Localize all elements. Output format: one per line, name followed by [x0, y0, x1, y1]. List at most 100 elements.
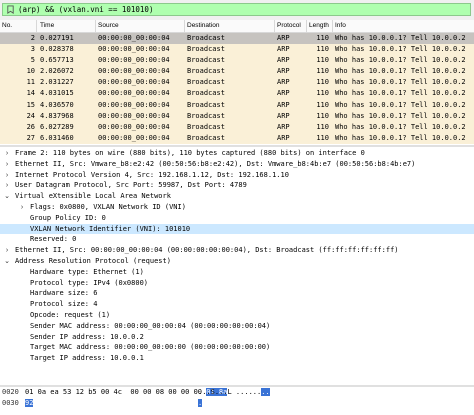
cell-protocol: ARP — [277, 122, 290, 131]
cell-no: 24 — [26, 111, 35, 120]
column-header-no[interactable]: No. — [2, 21, 12, 31]
packet-row[interactable]: 11 2.031227 00:00:00_00:00:04 Broadcast ARP 1… — [0, 77, 474, 89]
hex-bytes[interactable]: 01 0a ea 53 12 b5 00 4c 00 00 08 00 00 0… — [25, 387, 228, 398]
cell-protocol: ARP — [277, 89, 290, 98]
hex-ascii-plain: ...S...L ...... — [198, 388, 262, 396]
expand-arrow-icon[interactable]: › — [3, 159, 11, 170]
cell-no: 5 — [30, 56, 35, 65]
detail-tree-item[interactable]: Sender IP address: 10.0.0.2 — [0, 332, 474, 343]
expand-arrow-icon[interactable]: › — [18, 202, 26, 213]
detail-tree-item[interactable]: Sender MAC address: 00:00:00_00:00:04 (0… — [0, 321, 474, 332]
hex-row: 0030 92. — [0, 398, 474, 409]
detail-text: Group Policy ID: 0 — [30, 213, 106, 222]
detail-tree-item[interactable]: Target MAC address: 00:00:00_00:00:00 (0… — [0, 342, 474, 353]
detail-text: Target MAC address: 00:00:00_00:00:00 (0… — [30, 343, 271, 352]
hex-offset: 0020 — [2, 388, 19, 396]
packet-row[interactable]: 24 4.837968 00:00:00_00:00:04 Broadcast ARP 1… — [0, 110, 474, 122]
detail-text: Protocol type: IPv4 (0x0800) — [30, 278, 149, 287]
detail-tree-item[interactable]: › Frame 2: 110 bytes on wire (880 bits), … — [0, 148, 474, 159]
packet-row[interactable]: 26 6.027289 00:00:00_00:00:04 Broadcast ARP 1… — [0, 121, 474, 133]
cell-destination: Broadcast — [187, 67, 225, 76]
detail-tree-item[interactable]: › Ethernet II, Src: Vmware_b8:e2:42 (00:5… — [0, 159, 474, 170]
cell-no: 10 — [26, 67, 35, 76]
detail-tree-item[interactable]: Opcode: request (1) — [0, 310, 474, 321]
cell-source: 00:00:00_00:00:04 — [98, 67, 170, 76]
cell-destination: Broadcast — [187, 34, 225, 42]
cell-no: 11 — [26, 78, 35, 87]
cell-no: 26 — [26, 122, 35, 131]
cell-length: 110 — [316, 122, 329, 131]
column-header-info[interactable]: Info — [335, 21, 346, 31]
detail-text: Frame 2: 110 bytes on wire (880 bits), 1… — [15, 149, 365, 157]
cell-source: 00:00:00_00:00:04 — [98, 122, 170, 131]
cell-protocol: ARP — [277, 67, 290, 76]
expand-arrow-icon[interactable]: › — [3, 245, 11, 256]
cell-destination: Broadcast — [187, 89, 225, 98]
detail-tree-item[interactable]: ⌄ Address Resolution Protocol (request) — [0, 256, 474, 267]
cell-length: 110 — [316, 133, 329, 142]
column-header-length[interactable]: Length — [309, 21, 329, 31]
packet-bytes-pane[interactable]: 0020 01 0a ea 53 12 b5 00 4c 00 00 08 00 … — [0, 385, 474, 415]
detail-text: Ethernet II, Src: Vmware_b8:e2:42 (00:50… — [15, 159, 416, 168]
detail-tree-item[interactable]: Group Policy ID: 0 — [0, 213, 474, 224]
hex-ascii[interactable]: . — [198, 398, 203, 409]
packet-row[interactable]: 27 6.031460 00:00:00_00:00:04 Broadcast ARP 1… — [0, 132, 474, 144]
hex-ascii[interactable]: ...S...L ........ — [198, 387, 270, 398]
hex-bytes[interactable]: 92 — [25, 398, 34, 409]
packet-row[interactable]: 5 0.657713 00:00:00_00:00:04 Broadcast ARP 11… — [0, 55, 474, 67]
detail-text: User Datagram Protocol, Src Port: 59987,… — [15, 181, 247, 190]
cell-info: Who has 10.0.0.1? Tell 10.0.0.2 — [335, 111, 466, 120]
detail-tree-item[interactable]: Hardware type: Ethernet (1) — [0, 267, 474, 278]
cell-no: 14 — [26, 89, 35, 98]
hex-bytes-selected: 92 — [25, 399, 34, 407]
column-header-time[interactable]: Time — [40, 21, 54, 31]
expand-arrow-icon[interactable]: › — [3, 148, 11, 159]
cell-length: 110 — [316, 34, 329, 42]
detail-text: Protocol size: 4 — [30, 300, 98, 309]
cell-no: 27 — [26, 133, 35, 142]
detail-tree-item[interactable]: › Internet Protocol Version 4, Src: 192.1… — [0, 170, 474, 181]
detail-tree-item[interactable]: Protocol size: 4 — [0, 299, 474, 310]
cell-time: 4.837968 — [40, 111, 74, 120]
detail-tree-item[interactable]: Target IP address: 10.0.0.1 — [0, 353, 474, 364]
cell-info: Who has 10.0.0.1? Tell 10.0.0.2 — [335, 133, 466, 142]
packet-list[interactable]: No. Time Source Destination Protocol Len… — [0, 20, 474, 144]
detail-tree-item[interactable]: › Ethernet II, Src: 00:00:00_00:00:04 (00… — [0, 245, 474, 256]
cell-time: 0.028378 — [40, 45, 74, 54]
bookmark-icon[interactable] — [6, 5, 15, 14]
packet-details-tree[interactable]: › Frame 2: 110 bytes on wire (880 bits), … — [0, 148, 474, 383]
filter-expression: (arp) && (vxlan.vni == 101010) — [18, 5, 154, 14]
detail-tree-item[interactable]: Reserved: 0 — [0, 234, 474, 245]
cell-protocol: ARP — [277, 34, 290, 42]
column-header-destination[interactable]: Destination — [187, 21, 220, 31]
packet-row[interactable]: 14 4.031015 00:00:00_00:00:04 Broadcast ARP 1… — [0, 88, 474, 100]
collapse-arrow-icon[interactable]: ⌄ — [3, 256, 11, 267]
detail-tree-item[interactable]: ⌄ Virtual eXtensible Local Area Network — [0, 191, 474, 202]
detail-tree-item[interactable]: › User Datagram Protocol, Src Port: 59987… — [0, 180, 474, 191]
cell-source: 00:00:00_00:00:04 — [98, 100, 170, 109]
packet-row[interactable]: 15 4.036570 00:00:00_00:00:04 Broadcast ARP 1… — [0, 99, 474, 111]
packet-row[interactable]: 10 2.026072 00:00:00_00:00:04 Broadcast ARP 1… — [0, 66, 474, 78]
cell-destination: Broadcast — [187, 45, 225, 54]
packet-row[interactable]: 2 0.027191 00:00:00_00:00:04 Broadcast ARP 11… — [0, 33, 474, 45]
packet-row[interactable]: 3 0.028378 00:00:00_00:00:04 Broadcast ARP 11… — [0, 44, 474, 56]
detail-tree-item[interactable]: Protocol type: IPv4 (0x0800) — [0, 278, 474, 289]
column-header-source[interactable]: Source — [98, 21, 119, 31]
collapse-arrow-icon[interactable]: ⌄ — [3, 191, 11, 202]
cell-info: Who has 10.0.0.1? Tell 10.0.0.2 — [335, 89, 466, 98]
cell-protocol: ARP — [277, 78, 290, 87]
detail-text: Sender IP address: 10.0.0.2 — [30, 332, 144, 341]
expand-arrow-icon[interactable]: › — [3, 170, 11, 181]
cell-destination: Broadcast — [187, 78, 225, 87]
detail-tree-item[interactable]: › Flags: 0x0800, VXLAN Network ID (VNI) — [0, 202, 474, 213]
cell-info: Who has 10.0.0.1? Tell 10.0.0.2 — [335, 56, 466, 65]
expand-arrow-icon[interactable]: › — [3, 180, 11, 191]
cell-protocol: ARP — [277, 56, 290, 65]
cell-info: Who has 10.0.0.1? Tell 10.0.0.2 — [335, 100, 466, 109]
cell-length: 110 — [316, 111, 329, 120]
detail-tree-item[interactable]: Hardware size: 6 — [0, 288, 474, 299]
display-filter-input[interactable]: (arp) && (vxlan.vni == 101010) — [2, 3, 471, 16]
pane-splitter[interactable] — [0, 145, 474, 147]
column-header-protocol[interactable]: Protocol — [277, 21, 301, 31]
detail-tree-item[interactable]: VXLAN Network Identifier (VNI): 101010 — [0, 223, 474, 235]
